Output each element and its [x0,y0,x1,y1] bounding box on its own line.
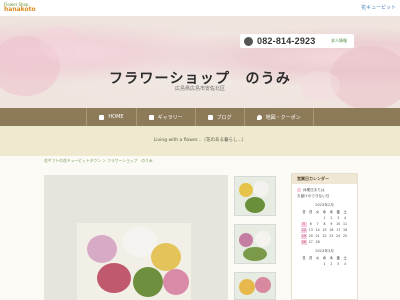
logo-brand-text: hanakoto [4,6,36,13]
top-bar: Flower Shop hanakoto 花キューピット [0,0,400,16]
calendar-day: 25 [343,234,348,238]
gallery-thumbnail[interactable] [234,224,276,264]
recruit-button[interactable]: 求人情報 [324,34,354,48]
calendar-day: 12 [300,228,308,233]
nav-item-home[interactable]: HOME [86,108,137,126]
calendar-day [314,262,321,267]
calendar-day: 21 [315,234,320,238]
calendar-day: 4 [344,216,347,220]
calendar-day: 27 [308,240,313,244]
calendar-day [314,216,321,221]
calendar-dow: 火 [316,256,320,260]
nav-label: HOME [108,114,124,120]
calendar-day [307,216,314,221]
legend-note-text: お届けのできない日 [297,194,330,198]
nav-label: 地図・クーポン [265,114,301,121]
calendar-day: 15 [322,228,327,232]
calendar-dow: 土 [343,210,347,214]
calendar-grid: 日月火水木金土 1 2 3 4 5 6 7 8 9 10 11 12 13 14 15 16 17 18 19 20 21… [300,210,349,245]
calendar-day: 14 [315,228,320,232]
calendar-day: 17 [336,228,341,232]
calendar-dow: 木 [329,256,333,260]
calendar-dow: 月 [309,210,313,214]
calendar-day: 3 [337,262,340,266]
brand-logo-right[interactable]: 花キューピット [361,4,396,11]
nav-label: ブログ [216,114,232,121]
calendar-day: 22 [322,234,327,238]
calendar-day: 5 [300,222,308,227]
nav-label: ギャラリー [157,114,183,121]
calendar-dow: 水 [322,256,327,260]
calendar-dow: 金 [336,256,340,260]
calendar-day: 9 [330,222,333,226]
calendar-day: 23 [329,234,334,238]
calendar-day [301,262,308,267]
nav-item-blog[interactable]: ブログ [196,108,245,126]
calendar-dow: 日 [302,210,306,214]
calendar-day: 20 [308,234,313,238]
calendar-day [307,262,314,267]
calendar-dow: 月 [309,256,313,260]
map-pin-icon [256,114,262,120]
site-logo[interactable]: Flower Shop hanakoto [4,2,36,13]
phone-number[interactable]: 082-814-2923 [257,36,315,46]
calendar-day: 16 [329,228,334,232]
calendar-grid: 日月火水木金土 1234 [301,256,349,267]
calendar-day: 1 [323,262,326,266]
calendar-title: 営業日カレンダー [292,174,357,184]
calendar-dow: 木 [329,210,333,214]
nav-item-gallery[interactable]: ギャラリー [137,108,196,126]
calendar-dow: 火 [316,210,320,214]
hero-banner: 082-814-2923 求人情報 フラワーショップ のうみ 広島県広島市安佐北… [0,16,400,108]
breadcrumb[interactable]: 花ギフトの花キューピットタウン ＞ フラワーショップ のうみ [44,158,153,164]
calendar-day: 11 [343,222,348,226]
rose-decoration [40,26,80,61]
calendar-day: 3 [337,216,340,220]
calendar-dow: 水 [322,210,327,214]
calendar-day: 18 [343,228,348,232]
main-gallery [44,175,228,300]
calendar-day: 13 [308,228,313,232]
calendar-dow: 土 [343,256,347,260]
main-nav: HOME ギャラリー ブログ 地図・クーポン [0,108,400,126]
camera-icon [148,114,154,120]
holiday-swatch [297,188,301,192]
calendar-day: 24 [336,234,341,238]
shop-location: 広島県広島市安佐北区 [174,86,225,92]
gallery-thumbnail[interactable] [234,176,276,216]
tagline-band: Living with a flower...（花のある暮らし...） [0,126,400,156]
main-photo[interactable] [77,223,191,300]
gallery-thumbnail[interactable] [234,272,276,300]
calendar-month: 2023年2月 [315,203,334,207]
calendar-day: 4 [344,262,347,266]
calendar-day: 8 [323,222,326,226]
calendar-day: 2 [330,216,333,220]
calendar-day: 26 [300,240,308,245]
calendar-day: 10 [336,222,341,226]
calendar-day: 2 [330,262,333,266]
calendar-day: 1 [323,216,326,220]
calendar-dow: 金 [336,210,340,214]
calendar-day: 6 [309,222,312,226]
business-calendar: 営業日カレンダー 休業日または お届けのできない日 2023年2月 日月火水木金… [291,173,358,300]
phone-icon [244,36,253,46]
legend-holiday-text: 休業日または [303,188,325,192]
calendar-day: 19 [300,234,308,239]
home-icon [99,114,105,120]
calendar-day [301,216,308,221]
nav-item-map-coupon[interactable]: 地図・クーポン [245,108,314,126]
pencil-icon [207,114,213,120]
calendar-dow: 日 [302,256,306,260]
calendar-day: 7 [316,222,319,226]
calendar-day: 28 [315,240,320,244]
calendar-legend: 休業日または お届けのできない日 [292,184,357,199]
calendar-month: 2023年3月 [315,249,334,253]
